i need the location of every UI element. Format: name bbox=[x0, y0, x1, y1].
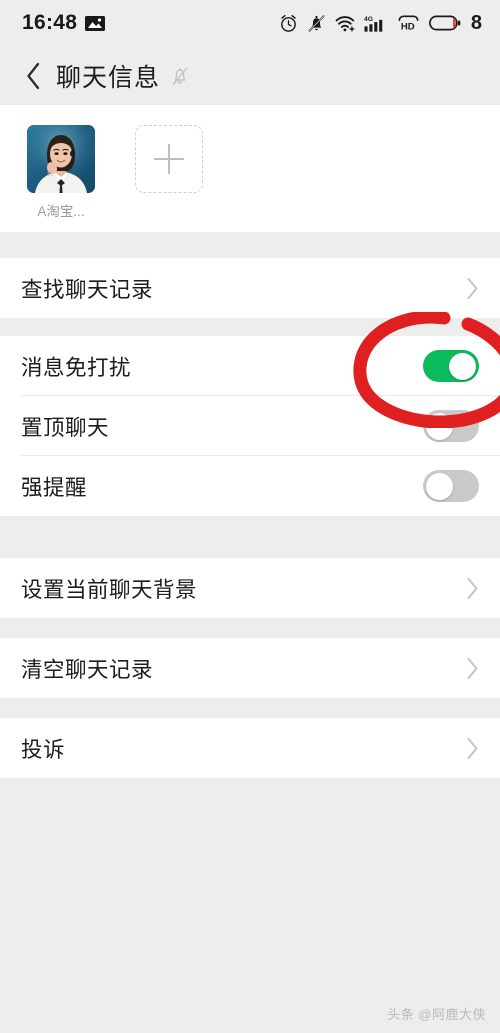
battery-icon bbox=[428, 14, 461, 32]
back-button[interactable] bbox=[16, 56, 50, 96]
toggle-knob bbox=[449, 352, 476, 380]
photo-icon bbox=[85, 15, 106, 31]
row-label: 置顶聊天 bbox=[21, 415, 110, 440]
row-mute-notifications[interactable]: 消息免打扰 bbox=[0, 336, 500, 396]
signal-4g-icon: 4G bbox=[364, 14, 388, 33]
toggle-strong-reminder[interactable] bbox=[423, 470, 479, 502]
status-time: 16:48 bbox=[22, 11, 78, 34]
wifi-icon bbox=[335, 15, 355, 32]
bell-muted-icon bbox=[170, 65, 190, 87]
toggle-knob bbox=[425, 472, 453, 500]
row-strong-reminder[interactable]: 强提醒 bbox=[0, 456, 500, 516]
row-complaint[interactable]: 投诉 bbox=[0, 718, 500, 778]
bell-muted-icon bbox=[307, 14, 326, 33]
row-clear-chat-history[interactable]: 清空聊天记录 bbox=[0, 638, 500, 698]
avatar[interactable] bbox=[27, 125, 95, 193]
chevron-right-icon bbox=[466, 737, 479, 760]
section-search-history: 查找聊天记录 bbox=[0, 258, 500, 318]
svg-text:HD: HD bbox=[401, 21, 415, 31]
page-title: 聊天信息 bbox=[56, 63, 161, 92]
nav-bar: 聊天信息 bbox=[0, 46, 500, 105]
add-member-button[interactable] bbox=[135, 125, 203, 193]
row-label: 查找聊天记录 bbox=[21, 277, 154, 302]
members-card: A淘宝... bbox=[0, 105, 500, 232]
chevron-right-icon bbox=[466, 577, 479, 600]
svg-text:4G: 4G bbox=[364, 16, 373, 23]
toggle-pin-chat[interactable] bbox=[423, 410, 479, 442]
status-right-icons: 4G HD 8 bbox=[279, 12, 482, 35]
section-complaint: 投诉 bbox=[0, 718, 500, 778]
chevron-left-icon bbox=[26, 62, 39, 89]
toggle-knob bbox=[425, 412, 453, 440]
hd-icon: HD bbox=[397, 14, 420, 32]
row-set-chat-background[interactable]: 设置当前聊天背景 bbox=[0, 558, 500, 618]
row-label: 投诉 bbox=[21, 737, 66, 762]
chevron-right-icon bbox=[466, 657, 479, 680]
phone-screen: 16:48 4G HD 8 聊天信息 A淘宝... 查找聊天记录 消息免打扰 置… bbox=[0, 0, 500, 1033]
row-label: 清空聊天记录 bbox=[21, 657, 154, 682]
member-name: A淘宝... bbox=[37, 204, 85, 219]
row-search-chat-history[interactable]: 查找聊天记录 bbox=[0, 258, 500, 318]
chevron-right-icon bbox=[466, 277, 479, 300]
watermark: 头条 @阿鹿大侠 bbox=[387, 1004, 486, 1023]
alarm-icon bbox=[279, 14, 298, 33]
section-clear-history: 清空聊天记录 bbox=[0, 638, 500, 698]
plus-icon bbox=[154, 144, 184, 174]
row-label: 强提醒 bbox=[21, 475, 88, 500]
watermark-text: 头条 @阿鹿大侠 bbox=[387, 1007, 486, 1022]
toggle-mute-notifications[interactable] bbox=[423, 350, 479, 382]
section-chat-background: 设置当前聊天背景 bbox=[0, 558, 500, 618]
member-item[interactable]: A淘宝... bbox=[17, 125, 105, 220]
row-label: 设置当前聊天背景 bbox=[21, 577, 198, 602]
section-notification-toggles: 消息免打扰 置顶聊天 强提醒 bbox=[0, 336, 500, 516]
row-label: 消息免打扰 bbox=[21, 355, 132, 380]
status-bar: 16:48 4G HD 8 bbox=[0, 0, 500, 46]
row-pin-chat[interactable]: 置顶聊天 bbox=[0, 396, 500, 456]
battery-level: 8 bbox=[470, 11, 482, 34]
customer-service-woman-photo bbox=[27, 125, 95, 193]
